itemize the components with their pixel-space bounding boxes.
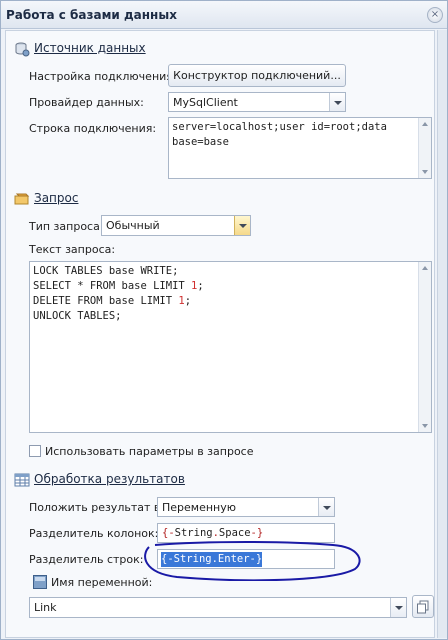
row-separator-label: Разделитель строк:	[29, 553, 144, 566]
copy-variable-button[interactable]	[412, 595, 434, 618]
put-result-value: Переменную	[162, 501, 237, 514]
row-separator-field[interactable]: {-String.Enter-}	[157, 549, 335, 569]
conn-string-scrollbar[interactable]	[418, 118, 431, 178]
query-type-value: Обычный	[106, 219, 160, 232]
results-section-header[interactable]: Обработка результатов	[14, 471, 214, 489]
copy-icon	[417, 600, 429, 614]
connection-string-text: server=localhost;user id=root;data base=…	[172, 120, 387, 150]
query-section-header[interactable]: Запрос	[14, 190, 214, 208]
scroll-down-icon[interactable]	[422, 424, 428, 428]
database-dialog: Работа с базами данных × Источник данных…	[0, 0, 448, 640]
put-result-label: Положить результат в:	[29, 501, 165, 514]
variable-name-select[interactable]: Link	[29, 597, 407, 618]
scroll-down-icon[interactable]	[422, 170, 428, 174]
close-button[interactable]: ×	[427, 7, 443, 23]
provider-value: MySqlClient	[173, 96, 238, 109]
query-text-editor[interactable]: LOCK TABLES base WRITE; SELECT * FROM ba…	[29, 261, 432, 433]
scroll-up-icon[interactable]	[422, 122, 428, 126]
provider-dropdown-button[interactable]	[329, 93, 345, 111]
col-separator-field[interactable]: {-String.Space-}	[157, 523, 335, 543]
query-code: LOCK TABLES base WRITE; SELECT * FROM ba…	[33, 264, 204, 324]
variable-name-value: Link	[34, 601, 57, 614]
conn-string-line: server=localhost;user id=root;data	[172, 121, 387, 133]
variable-name-label: Имя переменной:	[51, 576, 153, 589]
source-section-header[interactable]: Источник данных	[14, 40, 214, 58]
variable-icon	[33, 575, 47, 589]
query-scrollbar[interactable]	[418, 262, 431, 432]
database-icon	[15, 42, 30, 57]
row-separator-value: {-String.Enter-}	[161, 552, 263, 567]
provider-label: Провайдер данных:	[29, 96, 144, 109]
use-params-label[interactable]: Использовать параметры в запросе	[45, 445, 253, 458]
put-result-dropdown-button[interactable]	[318, 498, 334, 516]
col-separator-label: Разделитель колонок:	[29, 527, 159, 540]
title-bar: Работа с базами данных ×	[1, 1, 447, 29]
dialog-scrollbar[interactable]	[437, 30, 447, 638]
query-type-dropdown-button[interactable]	[234, 216, 250, 235]
put-result-select[interactable]: Переменную	[157, 497, 335, 517]
connection-string-field[interactable]: server=localhost;user id=root;data base=…	[168, 117, 432, 179]
pencil-icon	[14, 193, 30, 205]
query-type-select[interactable]: Обычный	[101, 215, 251, 236]
source-section-title: Источник данных	[34, 41, 146, 55]
window-title: Работа с базами данных	[6, 8, 177, 22]
query-section-title: Запрос	[34, 191, 79, 205]
table-icon	[14, 473, 30, 487]
query-line: SELECT * FROM base LIMIT 1;	[33, 280, 204, 292]
chevron-down-icon	[239, 224, 247, 228]
provider-select[interactable]: MySqlClient	[168, 92, 346, 112]
query-line: DELETE FROM base LIMIT 1;	[33, 295, 192, 307]
col-separator-value: {-String.Space-}	[162, 527, 264, 539]
results-section-title: Обработка результатов	[34, 472, 185, 486]
chevron-down-icon	[395, 606, 403, 610]
conn-setup-label: Настройка подключения:	[29, 70, 177, 83]
connection-builder-button[interactable]: Конструктор подключений...	[168, 64, 346, 87]
conn-string-label: Строка подключения:	[29, 122, 157, 135]
query-line: UNLOCK TABLES;	[33, 310, 122, 322]
query-text-label: Текст запроса:	[29, 243, 116, 256]
variable-dropdown-button[interactable]	[390, 598, 406, 617]
chevron-down-icon	[334, 101, 342, 105]
chevron-down-icon	[323, 506, 331, 510]
scroll-up-icon[interactable]	[422, 266, 428, 270]
use-params-checkbox[interactable]	[29, 445, 41, 457]
query-type-label: Тип запроса:	[29, 220, 104, 233]
query-line: LOCK TABLES base WRITE;	[33, 265, 179, 277]
settings-panel: Источник данных Настройка подключения: К…	[5, 30, 435, 638]
conn-string-line: base=base	[172, 136, 229, 148]
